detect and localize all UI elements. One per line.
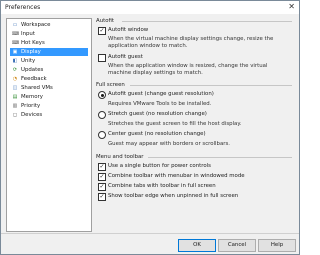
nav-item-label: Input [21, 31, 35, 37]
help-button[interactable]: Help [258, 239, 296, 252]
nav-item-unity[interactable]: ◧ Unity [10, 57, 88, 65]
autofit-guest-radio-description: Requires VMware Tools to be installed. [108, 101, 212, 107]
nav-item-workspace[interactable]: ▭ Workspace [10, 21, 88, 29]
nav-item-label: Devices [21, 112, 43, 118]
autofit-guest-radio-label[interactable]: Autofit guest (change guest resolution) [108, 91, 214, 97]
single-power-button-label[interactable]: Use a single button for power controls [108, 163, 211, 169]
shared-vms-icon: ◫ [12, 85, 18, 91]
feedback-icon: ◔ [12, 76, 18, 82]
show-toolbar-edge-label[interactable]: Show toolbar edge when unpinned in full … [108, 193, 238, 199]
nav-item-devices[interactable]: ◻ Devices [10, 111, 88, 119]
ok-button[interactable]: OK [178, 239, 216, 252]
updates-icon: ⟳ [12, 67, 18, 73]
nav-item-memory[interactable]: ▤ Memory [10, 93, 88, 101]
dialog-title: Preferences [5, 4, 41, 11]
unity-icon: ◧ [12, 58, 18, 64]
input-icon: ⌨ [12, 31, 20, 37]
nav-item-display[interactable]: ▣ Display [10, 48, 88, 56]
full-screen-heading: Full screen [96, 82, 125, 88]
stretch-guest-radio[interactable] [98, 111, 106, 119]
nav-item-label: Priority [21, 103, 41, 109]
autofit-guest-description: When the application window is resized, … [108, 63, 268, 76]
dialog-footer: OK Cancel Help [1, 233, 299, 255]
combine-toolbar-menubar-checkbox[interactable]: ✓ [98, 173, 106, 181]
menu-toolbar-heading: Menu and toolbar [96, 154, 144, 160]
autofit-heading: Autofit [96, 18, 115, 24]
nav-item-hot-keys[interactable]: ⌨ Hot Keys [10, 39, 88, 47]
nav-item-input[interactable]: ⌨ Input [10, 30, 88, 38]
autofit-window-description: When the virtual machine display setting… [108, 36, 274, 49]
devices-icon: ◻ [12, 112, 18, 118]
autofit-guest-radio[interactable] [98, 91, 106, 99]
nav-item-label: Display [21, 49, 41, 55]
nav-item-label: Feedback [21, 76, 47, 82]
combine-toolbar-menubar-label[interactable]: Combine toolbar with menubar in windowed… [108, 173, 245, 179]
display-settings-panel: Autofit ✓ Autofit window When the virtua… [94, 18, 294, 230]
center-guest-radio-description: Guest may appear with borders or scrollb… [108, 141, 231, 147]
nav-item-updates[interactable]: ⟳ Updates [10, 66, 88, 74]
autofit-guest-checkbox[interactable] [98, 54, 106, 62]
preferences-dialog: Preferences ✕ ▭ Workspace ⌨ Input ⌨ Hot … [0, 0, 300, 255]
section-divider [130, 85, 292, 86]
workspace-icon: ▭ [12, 22, 18, 28]
combine-tabs-toolbar-checkbox[interactable]: ✓ [98, 183, 106, 191]
title-bar: Preferences ✕ [1, 1, 299, 14]
hot-keys-icon: ⌨ [12, 40, 20, 46]
show-toolbar-edge-checkbox[interactable]: ✓ [98, 193, 106, 201]
nav-item-priority[interactable]: ▥ Priority [10, 102, 88, 110]
close-icon[interactable]: ✕ [288, 2, 295, 11]
stretch-guest-radio-label[interactable]: Stretch guest (no resolution change) [108, 111, 207, 117]
autofit-window-label[interactable]: Autofit window [108, 27, 148, 33]
nav-item-label: Memory [21, 94, 43, 100]
center-guest-radio-label[interactable]: Center guest (no resolution change) [108, 131, 206, 137]
cancel-button[interactable]: Cancel [218, 239, 256, 252]
display-icon: ▣ [12, 49, 18, 55]
nav-item-label: Shared VMs [21, 85, 53, 91]
memory-icon: ▤ [12, 94, 18, 100]
nav-item-feedback[interactable]: ◔ Feedback [10, 75, 88, 83]
section-divider [122, 21, 292, 22]
single-power-button-checkbox[interactable]: ✓ [98, 163, 106, 171]
autofit-guest-label[interactable]: Autofit guest [108, 54, 143, 60]
nav-item-label: Unity [21, 58, 36, 64]
autofit-window-checkbox[interactable]: ✓ [98, 27, 106, 35]
nav-item-label: Updates [21, 67, 44, 73]
nav-item-shared-vms[interactable]: ◫ Shared VMs [10, 84, 88, 92]
category-list[interactable]: ▭ Workspace ⌨ Input ⌨ Hot Keys ▣ Display… [6, 18, 92, 232]
nav-item-label: Workspace [21, 22, 51, 28]
center-guest-radio[interactable] [98, 131, 106, 139]
priority-icon: ▥ [12, 103, 18, 109]
section-divider [148, 157, 292, 158]
combine-tabs-toolbar-label[interactable]: Combine tabs with toolbar in full screen [108, 183, 216, 189]
nav-item-label: Hot Keys [21, 40, 45, 46]
stretch-guest-radio-description: Stretches the guest screen to fill the h… [108, 121, 242, 127]
